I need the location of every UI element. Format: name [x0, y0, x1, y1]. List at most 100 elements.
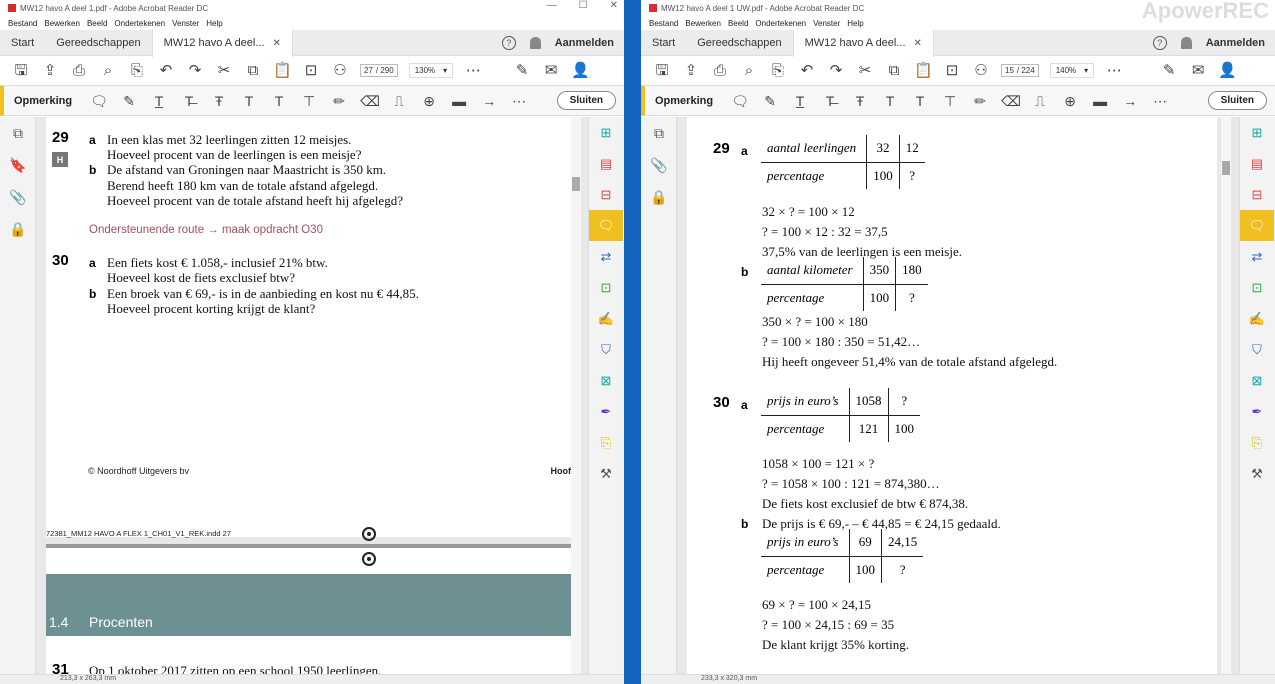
- eraser-icon[interactable]: ⌫: [1001, 94, 1021, 108]
- sign-icon[interactable]: ✒: [1240, 396, 1274, 427]
- tab-tools[interactable]: Gereedschappen: [686, 30, 792, 56]
- highlight-icon[interactable]: ✎: [761, 94, 779, 108]
- protect-icon[interactable]: ⛉: [589, 334, 623, 365]
- line-icon[interactable]: ▬: [450, 94, 468, 108]
- cut-icon[interactable]: ✂: [856, 63, 874, 78]
- bell-icon[interactable]: [529, 36, 541, 49]
- menu-bestand[interactable]: Bestand: [649, 19, 678, 28]
- close-tab-icon[interactable]: ✕: [914, 38, 922, 49]
- bell-icon[interactable]: [1180, 36, 1192, 49]
- fill-sign-icon[interactable]: ✍: [1240, 303, 1274, 334]
- tab-start[interactable]: Start: [0, 30, 45, 56]
- mail-icon[interactable]: ✉: [1189, 63, 1207, 78]
- upload-icon[interactable]: ⇪: [41, 63, 59, 78]
- compress-icon[interactable]: ⊡: [589, 272, 623, 303]
- binoculars-icon[interactable]: ⚇: [972, 63, 990, 78]
- export-pdf-icon[interactable]: ⊟: [1240, 179, 1274, 210]
- text-icon[interactable]: T: [270, 94, 288, 108]
- edit-pdf-icon[interactable]: ⇄: [1240, 241, 1274, 272]
- share-icon[interactable]: ⎘: [128, 63, 146, 78]
- share-icon[interactable]: ⎘: [769, 63, 787, 78]
- stamp-icon[interactable]: ⎍: [1031, 94, 1049, 108]
- pages-icon[interactable]: ⧉: [0, 117, 36, 149]
- add-user-icon[interactable]: 👤: [1218, 63, 1237, 78]
- vertical-scrollbar[interactable]: [1221, 117, 1231, 674]
- replace-text-icon[interactable]: Ŧ: [851, 94, 869, 108]
- copy-icon[interactable]: ⧉: [885, 63, 903, 78]
- create-pdf-icon[interactable]: ⊞: [1240, 117, 1274, 148]
- edit-pdf-icon[interactable]: ⇄: [589, 241, 623, 272]
- sign-icon[interactable]: ✎: [513, 63, 531, 78]
- menu-bewerken[interactable]: Bewerken: [44, 19, 80, 28]
- pencil-icon[interactable]: ✏: [330, 94, 348, 108]
- create-pdf-icon[interactable]: ⊞: [589, 117, 623, 148]
- clipboard-icon[interactable]: 📋: [914, 63, 933, 78]
- line-icon[interactable]: ▬: [1091, 94, 1109, 108]
- copy-icon[interactable]: ⧉: [244, 63, 262, 78]
- pages-icon[interactable]: ⧉: [641, 117, 677, 149]
- comment-tool-icon[interactable]: 🗨: [1240, 210, 1274, 241]
- stamp-icon[interactable]: ⎍: [390, 94, 408, 108]
- pencil-icon[interactable]: ✏: [971, 94, 989, 108]
- tab-start[interactable]: Start: [641, 30, 686, 56]
- binoculars-icon[interactable]: ⚇: [331, 63, 349, 78]
- more-icon[interactable]: ⋯: [1105, 63, 1123, 78]
- arrow-icon[interactable]: →: [480, 94, 498, 108]
- menu-beeld[interactable]: Beeld: [728, 19, 748, 28]
- close-icon[interactable]: ✕: [610, 0, 618, 11]
- menu-venster[interactable]: Venster: [172, 19, 199, 28]
- organize-icon[interactable]: ▤: [1240, 148, 1274, 179]
- tools-icon[interactable]: ⚒: [589, 458, 623, 489]
- upload-icon[interactable]: ⇪: [682, 63, 700, 78]
- arrow-icon[interactable]: →: [1121, 94, 1139, 108]
- menu-help[interactable]: Help: [206, 19, 222, 28]
- page-number-field[interactable]: 27/ 290: [360, 64, 398, 77]
- strikethrough-icon[interactable]: T̶: [821, 94, 839, 108]
- eraser-icon[interactable]: ⌫: [360, 94, 380, 108]
- tab-tools[interactable]: Gereedschappen: [45, 30, 151, 56]
- sticky-note-icon[interactable]: 🗨: [90, 94, 108, 108]
- scan-icon[interactable]: ⊠: [1240, 365, 1274, 396]
- print-icon[interactable]: ⎙: [70, 63, 88, 78]
- attachment-icon[interactable]: 📎: [641, 149, 677, 181]
- snapshot-icon[interactable]: ⊡: [302, 63, 320, 78]
- more-icon[interactable]: ⋯: [1151, 94, 1169, 108]
- menu-ondertekenen[interactable]: Ondertekenen: [114, 19, 165, 28]
- signin-button[interactable]: Aanmelden: [555, 37, 614, 49]
- underline-text-icon[interactable]: T̲: [150, 94, 168, 108]
- comment-tool-icon[interactable]: 🗨: [589, 210, 623, 241]
- more-icon[interactable]: ⋯: [510, 94, 528, 108]
- menu-ondertekenen[interactable]: Ondertekenen: [755, 19, 806, 28]
- attachment-icon[interactable]: 📎: [0, 181, 36, 213]
- mail-icon[interactable]: ✉: [542, 63, 560, 78]
- protect-icon[interactable]: ⛉: [1240, 334, 1274, 365]
- menu-venster[interactable]: Venster: [813, 19, 840, 28]
- tab-document[interactable]: MW12 havo A deel... ✕: [151, 29, 293, 57]
- lock-icon[interactable]: 🔒: [0, 213, 36, 245]
- menu-help[interactable]: Help: [847, 19, 863, 28]
- scan-icon[interactable]: ⊠: [589, 365, 623, 396]
- menu-bewerken[interactable]: Bewerken: [685, 19, 721, 28]
- menu-beeld[interactable]: Beeld: [87, 19, 107, 28]
- send-icon[interactable]: ⎘: [1240, 427, 1274, 458]
- undo-icon[interactable]: ↶: [157, 63, 175, 78]
- clipboard-icon[interactable]: 📋: [273, 63, 292, 78]
- bookmark-icon[interactable]: 🔖: [0, 149, 36, 181]
- strikethrough-icon[interactable]: T̶: [180, 94, 198, 108]
- export-pdf-icon[interactable]: ⊟: [589, 179, 623, 210]
- cut-icon[interactable]: ✂: [215, 63, 233, 78]
- attach-icon[interactable]: ⊕: [1061, 94, 1079, 108]
- redo-icon[interactable]: ↷: [186, 63, 204, 78]
- tools-icon[interactable]: ⚒: [1240, 458, 1274, 489]
- print-icon[interactable]: ⎙: [711, 63, 729, 78]
- menu-bestand[interactable]: Bestand: [8, 19, 37, 28]
- vertical-scrollbar[interactable]: [571, 117, 581, 674]
- minimize-icon[interactable]: —: [547, 0, 557, 11]
- sign-icon[interactable]: ✒: [589, 396, 623, 427]
- highlight-icon[interactable]: ✎: [120, 94, 138, 108]
- replace-text-icon[interactable]: Ŧ: [210, 94, 228, 108]
- attach-icon[interactable]: ⊕: [420, 94, 438, 108]
- maximize-icon[interactable]: ☐: [579, 0, 588, 11]
- textbox-icon[interactable]: ⊤: [941, 94, 959, 108]
- signin-button[interactable]: Aanmelden: [1206, 37, 1265, 49]
